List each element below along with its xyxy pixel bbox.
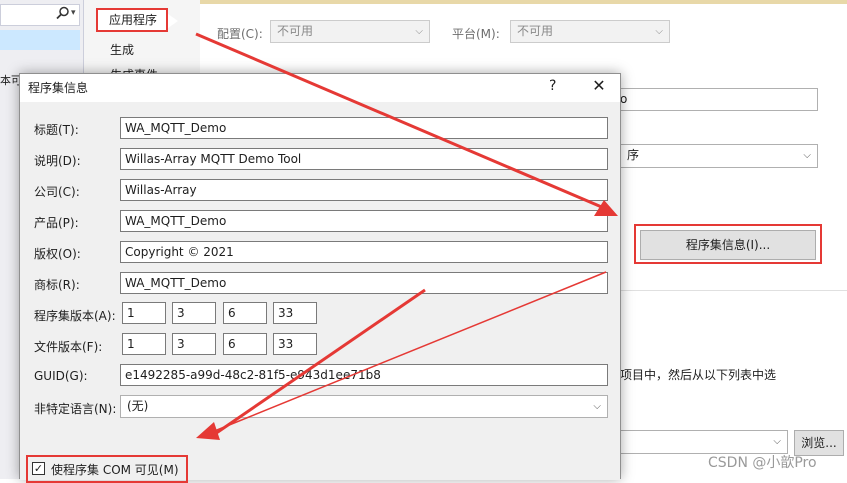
guid-field[interactable]: e1492285-a99d-48c2-81f5-e943d1ee71b8: [120, 364, 608, 386]
assembly-version-major[interactable]: 1: [122, 302, 166, 324]
top-border-strip: [200, 0, 847, 4]
assembly-info-dialog: 程序集信息 ? ✕ 标题(T): WA_MQTT_Demo 说明(D): Wil…: [19, 73, 621, 483]
company-label: 公司(C):: [34, 185, 80, 199]
default-namespace-value-fragment: o: [620, 92, 628, 106]
default-namespace-input[interactable]: [620, 88, 818, 111]
title-field[interactable]: WA_MQTT_Demo: [120, 117, 608, 139]
chevron-down-icon: ⌵: [773, 436, 781, 447]
close-icon[interactable]: ✕: [589, 76, 609, 96]
neutral-language-value: (无): [127, 399, 149, 413]
file-version-major[interactable]: 1: [122, 333, 166, 355]
file-version-minor[interactable]: 3: [172, 333, 216, 355]
nav-item-build[interactable]: 生成: [110, 41, 134, 58]
watermark: CSDN @小歆Pro: [708, 455, 817, 471]
assembly-version-minor[interactable]: 3: [172, 302, 216, 324]
help-icon[interactable]: ?: [549, 78, 556, 94]
assembly-version-revision[interactable]: 33: [273, 302, 317, 324]
resources-description-text: 项目中，然后从以下列表中选: [620, 368, 777, 382]
guid-label: GUID(G):: [34, 369, 88, 383]
copyright-label: 版权(O):: [34, 247, 81, 261]
neutral-language-label: 非特定语言(N):: [34, 402, 117, 416]
config-value: 不可用: [277, 24, 314, 38]
file-version-revision[interactable]: 33: [273, 333, 317, 355]
output-type-select[interactable]: 序 ⌵: [620, 144, 818, 168]
description-field[interactable]: Willas-Array MQTT Demo Tool: [120, 148, 608, 170]
company-field[interactable]: Willas-Array: [120, 179, 608, 201]
output-type-value-fragment: 序: [627, 148, 640, 162]
nav-selection-pointer: [168, 14, 178, 28]
selected-tree-item[interactable]: [0, 30, 80, 50]
dialog-title: 程序集信息: [28, 81, 89, 95]
neutral-language-select[interactable]: (无) ⌵: [120, 395, 608, 418]
platform-value: 不可用: [517, 24, 554, 38]
trademark-field[interactable]: WA_MQTT_Demo: [120, 272, 608, 294]
manifest-select[interactable]: ⌵: [620, 430, 788, 454]
platform-label: 平台(M):: [452, 27, 500, 41]
com-visible-checkbox[interactable]: ✓: [32, 462, 45, 475]
search-options-chevron-icon[interactable]: ▾: [71, 8, 76, 18]
platform-select[interactable]: 不可用 ⌵: [510, 20, 670, 43]
file-version-build[interactable]: 6: [223, 333, 267, 355]
config-label: 配置(C):: [217, 27, 263, 41]
search-icon[interactable]: [56, 6, 70, 20]
assembly-version-label: 程序集版本(A):: [34, 309, 116, 323]
chevron-down-icon: ⌵: [593, 401, 601, 412]
chevron-down-icon: ⌵: [803, 150, 811, 161]
file-version-label: 文件版本(F):: [34, 340, 103, 354]
com-visible-label[interactable]: 使程序集 COM 可见(M): [51, 461, 179, 478]
trademark-label: 商标(R):: [34, 278, 80, 292]
title-label: 标题(T):: [34, 123, 79, 137]
product-field[interactable]: WA_MQTT_Demo: [120, 210, 608, 232]
annotation-highlight-box: [634, 224, 822, 264]
chevron-down-icon: ⌵: [415, 26, 423, 37]
dialog-body: 标题(T): WA_MQTT_Demo 说明(D): Willas-Array …: [20, 102, 620, 483]
config-select[interactable]: 不可用 ⌵: [270, 20, 430, 43]
copyright-field[interactable]: Copyright © 2021: [120, 241, 608, 263]
product-label: 产品(P):: [34, 216, 79, 230]
nav-item-application[interactable]: 应用程序: [96, 8, 168, 32]
assembly-version-build[interactable]: 6: [223, 302, 267, 324]
section-divider: [620, 290, 847, 291]
description-label: 说明(D):: [34, 154, 81, 168]
chevron-down-icon: ⌵: [655, 26, 663, 37]
